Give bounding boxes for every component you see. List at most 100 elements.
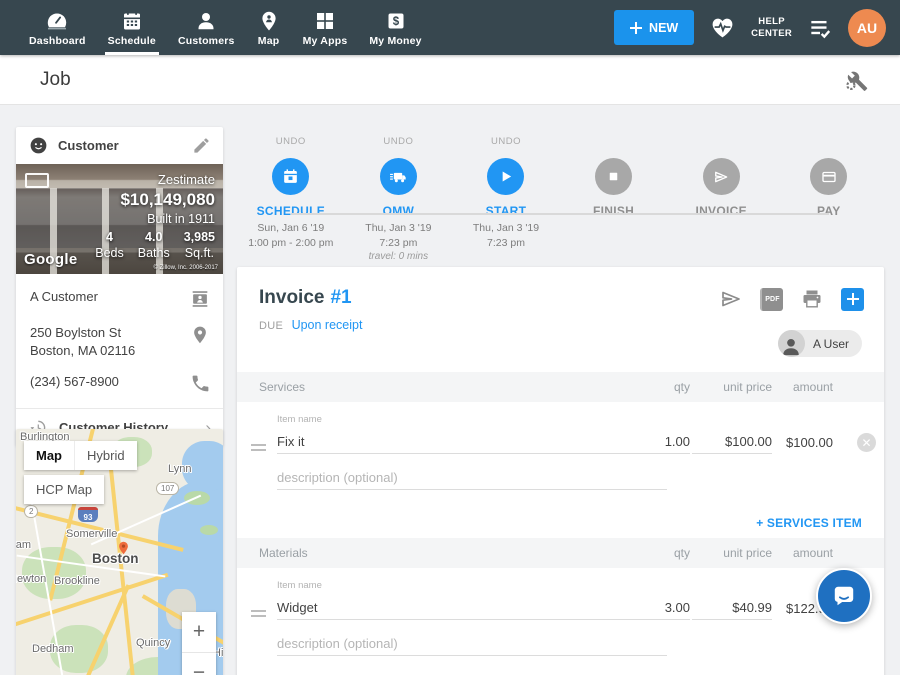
contact-card-icon[interactable] [189,288,211,310]
pdf-icon[interactable]: PDF [760,288,783,311]
service-description-input[interactable] [277,466,667,490]
nav-item-customers[interactable]: Customers [167,0,246,55]
remove-line-item-button[interactable]: ✕ [857,433,876,452]
help-line1: HELP [751,16,792,28]
map-zoom-out-button[interactable]: − [182,652,216,675]
send-invoice-icon[interactable] [719,287,743,311]
built-year: Built in 1911 [95,211,215,227]
stat-beds-value: 4 [95,229,124,245]
print-icon[interactable] [800,287,824,311]
customers-person-icon [194,9,218,33]
new-button[interactable]: NEW [614,10,694,45]
health-heart-pulse-icon[interactable] [709,14,736,41]
step-omw-circle[interactable] [380,158,417,195]
location-pin-icon[interactable] [189,324,211,346]
stat-beds: 4Beds [95,229,124,262]
chat-bubble-icon [831,583,857,609]
job-tools-icon[interactable] [842,66,870,94]
material-qty-input[interactable] [618,596,690,620]
nav-item-my-apps[interactable]: My Apps [292,0,359,55]
phone-icon[interactable] [190,373,211,394]
map-zoom-in-button[interactable]: + [182,612,216,652]
edit-pencil-icon[interactable] [192,136,211,155]
nav-item-schedule[interactable]: Schedule [97,0,167,55]
map-canvas[interactable]: Burlington Lynn Somerville Waltham Bosto… [16,429,223,675]
column-header-amount: amount [793,380,833,394]
step-schedule-circle[interactable] [272,158,309,195]
service-unit-price-input[interactable] [692,430,772,454]
hcp-map-button[interactable]: HCP Map [24,475,104,504]
chat-launcher-button[interactable] [816,568,872,624]
service-qty-input[interactable] [618,430,690,454]
map-label: Brookline [54,575,100,587]
date-line: Sun, Jan 6 '19 [257,222,324,234]
stat-baths: 4.0Baths [138,229,170,262]
map-type-map-button[interactable]: Map [24,441,74,470]
customer-name: A Customer [30,288,98,306]
nav-item-my-money[interactable]: $ My Money [358,0,432,55]
due-label: DUE [259,320,283,332]
schedule-calendar-icon [120,9,144,33]
column-header-amount: amount [793,546,833,560]
nav-item-map[interactable]: Map [246,0,292,55]
step-omw-label: OMW [383,204,415,218]
stat-baths-value: 4.0 [138,229,170,245]
map-marker-pin[interactable] [116,538,131,558]
service-amount: $100.00 [786,435,833,450]
column-header-qty: qty [674,380,690,394]
assigned-user-avatar [778,330,805,357]
invoice-number[interactable]: #1 [330,287,351,308]
map-island-shape [200,525,218,535]
step-pay-label: PAY [817,204,841,218]
step-omw-travel: travel: 0 mins [369,251,428,262]
nav-label: Customers [178,35,235,47]
column-header-unit-price: unit price [723,380,772,394]
task-list-check-icon[interactable] [807,15,833,41]
nav-item-dashboard[interactable]: Dashboard [18,0,97,55]
stop-icon [606,169,621,184]
user-avatar[interactable]: AU [848,9,886,47]
step-start-date: Thu, Jan 3 '197:23 pm [473,221,539,251]
customer-face-icon [28,135,49,156]
drag-handle-icon[interactable] [251,610,266,620]
step-finish-circle[interactable] [595,158,632,195]
undo-omw-button[interactable]: UNDO [383,136,413,152]
map-label: Lynn [168,463,191,475]
step-schedule-label: SCHEDULE [257,204,325,218]
step-invoice-circle[interactable] [703,158,740,195]
nav-label: Map [258,35,280,47]
plus-icon [630,22,642,34]
material-item-name-input[interactable] [277,596,667,620]
undo-schedule-button[interactable]: UNDO [276,136,306,152]
step-start: UNDO START Thu, Jan 3 '197:23 pm [452,136,560,262]
step-pay-circle[interactable] [810,158,847,195]
help-center-link[interactable]: HELP CENTER [751,16,792,40]
truck-icon [388,167,408,187]
service-item-name-input[interactable] [277,430,667,454]
invoice-header: Invoice#1 DUE Upon receipt PDF A User [237,267,884,372]
map-type-hybrid-button[interactable]: Hybrid [74,441,137,470]
materials-section-header: Materials qty unit price amount [237,538,884,568]
undo-start-button[interactable]: UNDO [491,136,521,152]
add-invoice-button[interactable] [841,288,864,311]
material-unit-price-input[interactable] [692,596,772,620]
due-terms-link[interactable]: Upon receipt [292,318,363,332]
top-nav: Dashboard Schedule Customers Map My Apps… [0,0,900,55]
map-label: Quincy [136,637,170,649]
send-icon [712,168,730,186]
title-bar: Job [0,55,900,105]
property-photo[interactable]: Zestimate $10,149,080 Built in 1911 4Bed… [16,164,223,274]
map-card: Burlington Lynn Somerville Waltham Bosto… [16,429,223,675]
nav-right-cluster: NEW HELP CENTER AU [614,9,886,47]
zillow-copyright: © Zillow, Inc. 2006-2017 [154,265,218,271]
time-line: 7:23 pm [487,237,525,249]
add-services-item-link[interactable]: + SERVICES ITEM [756,516,862,530]
drag-handle-icon[interactable] [251,444,266,454]
address-line1: 250 Boylston St [30,325,121,340]
street-view-icon[interactable] [25,173,49,188]
step-start-circle[interactable] [487,158,524,195]
material-description-input[interactable] [277,632,667,656]
zestimate-label: Zestimate [95,172,215,189]
route-badge-107: 107 [156,482,179,495]
assigned-user-chip[interactable]: A User [778,330,862,357]
